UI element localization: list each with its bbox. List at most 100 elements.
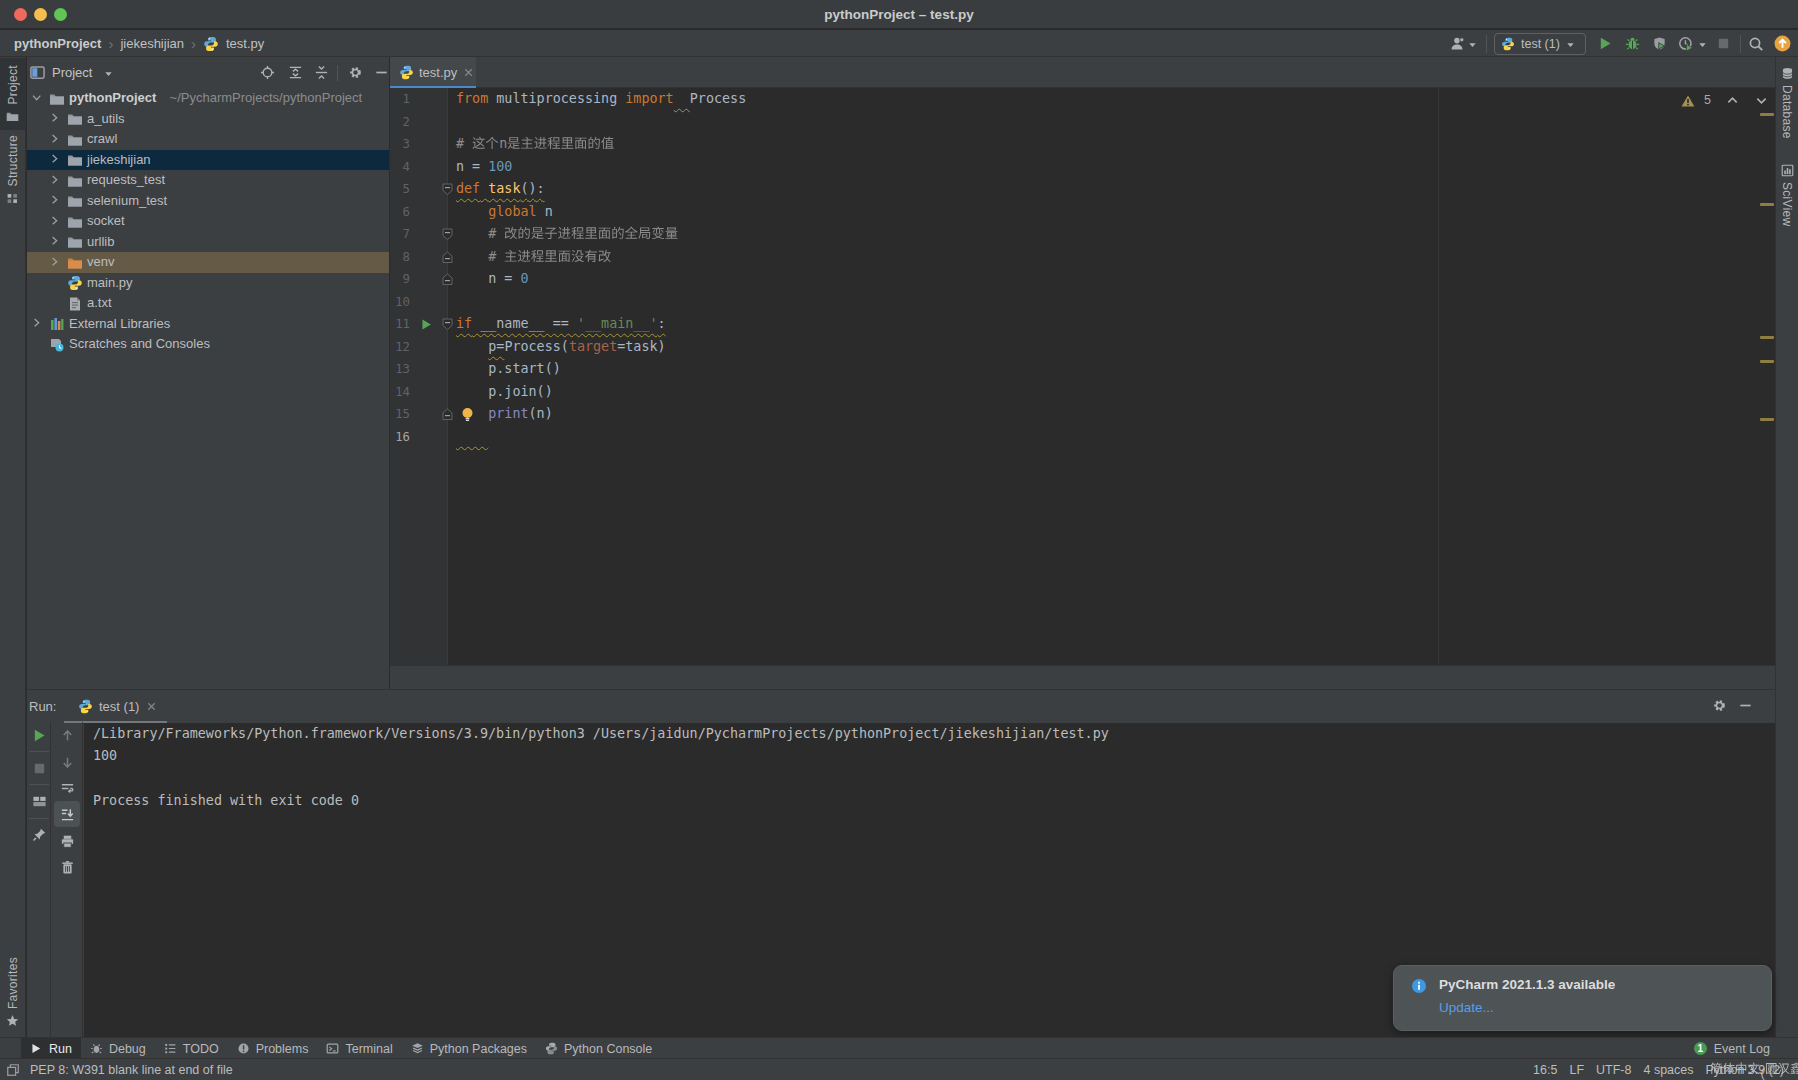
breadcrumb-item-test.py[interactable]: test.py: [226, 36, 264, 51]
tree-row-selenium_test[interactable]: selenium_test: [27, 191, 389, 212]
update-link[interactable]: Update...: [1439, 1000, 1494, 1015]
project-settings-gear-button[interactable]: [348, 65, 363, 80]
tool-window-button-python-console[interactable]: Python Console: [536, 1038, 661, 1059]
stripe-button-sciview[interactable]: SciView: [1776, 162, 1798, 242]
tool-window-button-terminal[interactable]: Terminal: [317, 1038, 401, 1059]
soft-wrap-button[interactable]: [54, 775, 80, 801]
inspections-widget[interactable]: 5: [1681, 91, 1768, 109]
tree-row-a_utils[interactable]: a_utils: [27, 109, 389, 130]
stripe-button-database[interactable]: Database: [1776, 65, 1798, 145]
stripe-button-structure[interactable]: Structure: [0, 135, 25, 205]
tree-chevron-right-icon[interactable]: [49, 256, 62, 269]
tree-row-urllib[interactable]: urllib: [27, 232, 389, 253]
tree-row-requests_test[interactable]: requests_test: [27, 170, 389, 191]
prev-warning-icon[interactable]: [1726, 94, 1739, 107]
pin-tab-button[interactable]: [26, 821, 52, 847]
fold-start-marker[interactable]: [442, 228, 453, 241]
title-bar[interactable]: pythonProject – test.py: [0, 0, 1798, 29]
indent-widget[interactable]: 4 spaces: [1643, 1063, 1693, 1077]
stop-process-button[interactable]: [26, 755, 52, 781]
tree-chevron-right-icon[interactable]: [49, 215, 62, 228]
expand-all-button[interactable]: [288, 65, 303, 80]
run-tab-close-icon[interactable]: [145, 700, 158, 713]
tool-window-button-todo[interactable]: TODO: [155, 1038, 228, 1059]
tree-chevron-right-icon[interactable]: [49, 194, 62, 207]
tree-chevron-down-icon[interactable]: [31, 92, 44, 105]
tree-row-socket[interactable]: socket: [27, 211, 389, 232]
tree-row-main.py[interactable]: main.py: [27, 273, 389, 294]
breadcrumb-item-pythonProject[interactable]: pythonProject: [14, 36, 101, 51]
event-log-button[interactable]: 1 Event Log: [1694, 1038, 1770, 1059]
error-stripe-mark[interactable]: [1760, 203, 1774, 206]
fold-end-marker[interactable]: [442, 408, 453, 421]
scroll-to-end-button[interactable]: [54, 801, 80, 827]
error-stripe-mark[interactable]: [1760, 418, 1774, 421]
interpreter-widget[interactable]: Python 3.9 (2)简体中文(圆汉鑫王: [1705, 1063, 1784, 1077]
tree-chevron-right-icon[interactable]: [31, 317, 44, 330]
run-line-gutter-icon[interactable]: [420, 318, 433, 331]
profiler-caret-icon[interactable]: [1698, 40, 1707, 49]
tree-row-Scratches-and-Consoles[interactable]: Scratches and Consoles: [27, 334, 389, 355]
stripe-button-favorites[interactable]: Favorites: [0, 955, 25, 1029]
tree-chevron-right-icon[interactable]: [49, 235, 62, 248]
fold-end-marker[interactable]: [442, 273, 453, 286]
tree-row-venv[interactable]: venv: [27, 252, 389, 273]
collapse-all-button[interactable]: [314, 65, 329, 80]
tree-row-External-Libraries[interactable]: External Libraries: [27, 314, 389, 335]
intention-bulb-icon[interactable]: [461, 407, 474, 421]
profiler-button[interactable]: [1678, 36, 1694, 52]
project-panel-caret-icon[interactable]: [104, 69, 113, 78]
search-everywhere-button[interactable]: [1748, 36, 1764, 52]
stripe-button-project[interactable]: Project: [0, 58, 25, 130]
stop-button[interactable]: [1716, 36, 1731, 51]
ide-update-button[interactable]: [1774, 35, 1791, 52]
status-message[interactable]: PEP 8: W391 blank line at end of file: [30, 1059, 233, 1080]
tree-chevron-right-icon[interactable]: [49, 174, 62, 187]
clear-console-button[interactable]: [54, 854, 80, 880]
error-stripe-mark[interactable]: [1760, 336, 1774, 339]
run-button[interactable]: [1598, 36, 1613, 51]
locate-file-button[interactable]: [260, 65, 275, 80]
caret-position-widget[interactable]: 16:5: [1533, 1063, 1557, 1077]
line-separator-widget[interactable]: LF: [1569, 1063, 1584, 1077]
print-console-button[interactable]: [54, 828, 80, 854]
tree-chevron-right-icon[interactable]: [49, 153, 62, 166]
next-warning-icon[interactable]: [1755, 94, 1768, 107]
debug-button[interactable]: [1625, 36, 1640, 51]
tool-window-button-debug[interactable]: Debug: [81, 1038, 155, 1059]
run-hide-icon[interactable]: [1738, 698, 1753, 713]
tool-window-button-run[interactable]: Run: [21, 1038, 81, 1059]
error-stripe-mark[interactable]: [1760, 360, 1774, 363]
fold-start-marker[interactable]: [442, 318, 453, 331]
user-dropdown-caret-icon[interactable]: [1468, 40, 1477, 49]
fold-start-marker[interactable]: [442, 183, 453, 196]
prev-occurrence-button[interactable]: [54, 722, 80, 748]
next-occurrence-button[interactable]: [54, 749, 80, 775]
tree-row-jiekeshijian[interactable]: jiekeshijian: [27, 150, 389, 171]
tree-row-crawl[interactable]: crawl: [27, 129, 389, 150]
restore-layout-button[interactable]: [26, 788, 52, 814]
tree-row-a.txt[interactable]: a.txt: [27, 293, 389, 314]
fold-end-marker[interactable]: [442, 251, 453, 264]
editor-tab-testpy[interactable]: test.py: [390, 57, 476, 88]
run-config-combo[interactable]: test (1): [1494, 33, 1586, 55]
code-editor[interactable]: 12345678910111213141516 from multiproces…: [390, 88, 1775, 665]
tool-window-button-python-packages[interactable]: Python Packages: [402, 1038, 536, 1059]
run-settings-gear-icon[interactable]: [1712, 698, 1727, 713]
tab-close-icon[interactable]: [462, 66, 475, 79]
tool-windows-toggle-icon[interactable]: [6, 1063, 20, 1080]
coverage-button[interactable]: [1652, 36, 1667, 51]
hide-project-panel-button[interactable]: [374, 65, 389, 80]
tree-chevron-right-icon[interactable]: [49, 112, 62, 125]
encoding-widget[interactable]: UTF-8: [1596, 1063, 1631, 1077]
editor-gutter[interactable]: 12345678910111213141516: [390, 88, 448, 665]
error-stripe-mark[interactable]: [1760, 113, 1774, 116]
tool-window-button-problems[interactable]: Problems: [228, 1038, 318, 1059]
breadcrumb-item-jiekeshijian[interactable]: jiekeshijian: [120, 36, 184, 51]
run-tab-test1[interactable]: test (1): [64, 690, 167, 723]
tree-chevron-right-icon[interactable]: [49, 133, 62, 146]
rerun-button[interactable]: [26, 722, 52, 748]
update-notification[interactable]: PyCharm 2021.1.3 available Update...: [1393, 965, 1772, 1031]
tree-row-pythonProject[interactable]: pythonProject ~/PycharmProjects/pythonPr…: [27, 88, 389, 109]
user-icon[interactable]: [1450, 36, 1466, 52]
